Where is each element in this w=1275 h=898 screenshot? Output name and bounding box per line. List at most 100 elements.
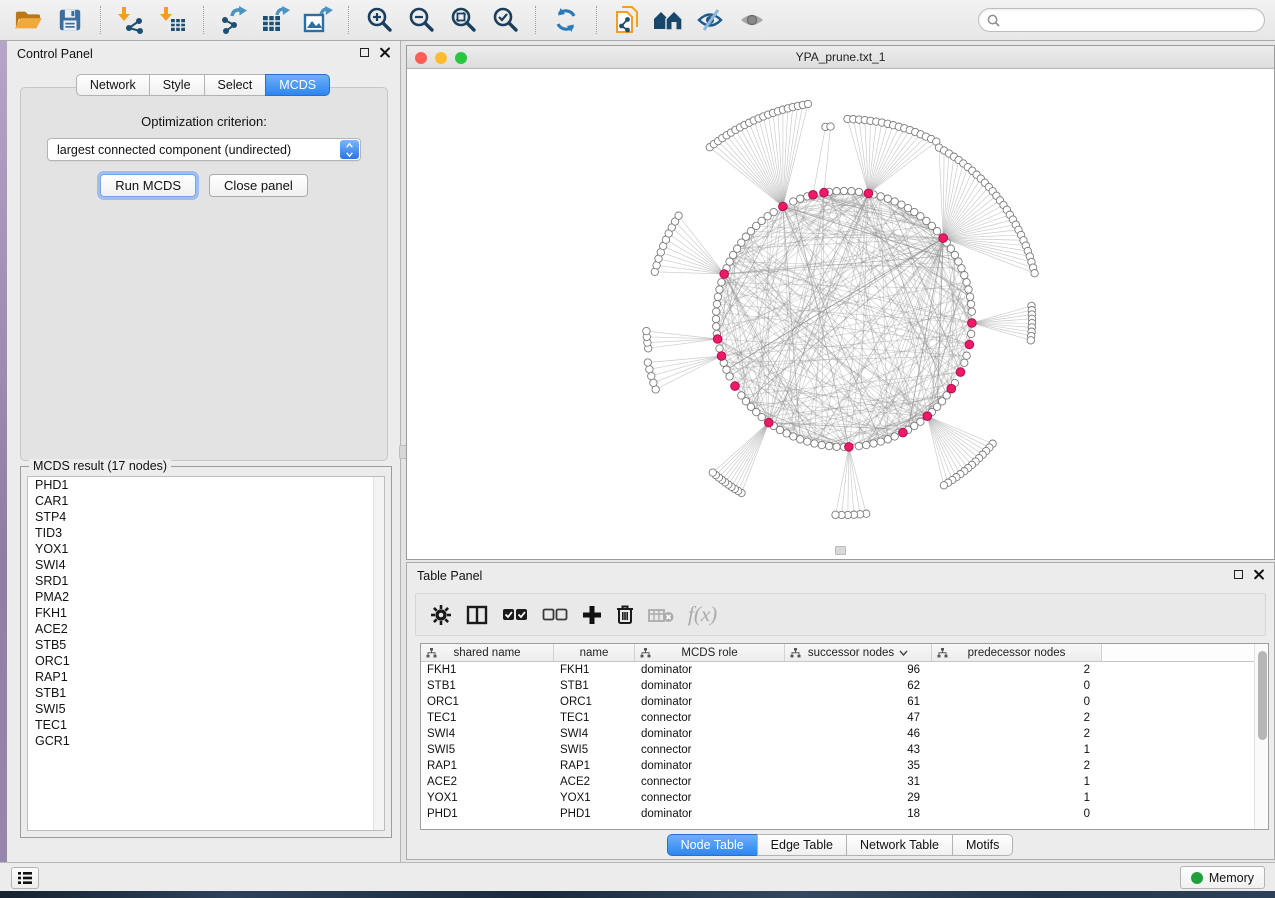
network-graph[interactable] (407, 69, 1274, 559)
table-rows: FKH1FKH1dominator962STB1STB1dominator620… (421, 662, 1253, 829)
cell-successor-nodes: 29 (785, 792, 932, 804)
float-table-panel-icon[interactable] (1234, 570, 1243, 579)
zoom-out-button[interactable] (403, 3, 439, 37)
column-header-name[interactable]: name (554, 644, 635, 661)
import-network-button[interactable] (113, 3, 149, 37)
open-session-button[interactable] (10, 3, 46, 37)
close-table-panel-icon[interactable] (1253, 569, 1264, 580)
memory-status-dot (1191, 872, 1203, 884)
zoom-selected-button[interactable] (487, 3, 523, 37)
mcds-result-item[interactable]: YOX1 (28, 541, 384, 557)
table-row[interactable]: FKH1FKH1dominator962 (421, 662, 1253, 678)
hide-selected-button[interactable] (693, 3, 729, 37)
column-header-MCDS-role[interactable]: MCDS role (635, 644, 785, 661)
tab-select[interactable]: Select (204, 74, 267, 96)
maximize-window-traffic-light[interactable] (455, 52, 467, 64)
split-panel-button[interactable] (466, 600, 488, 630)
mcds-result-title: MCDS result (17 nodes) (29, 459, 171, 473)
tab-network[interactable]: Network (76, 74, 150, 96)
export-table-button[interactable] (258, 3, 294, 37)
column-header-successor-nodes[interactable]: successor nodes (785, 644, 932, 661)
refresh-layout-button[interactable] (548, 3, 584, 37)
mcds-result-item[interactable]: PHD1 (28, 477, 384, 493)
export-image-button[interactable] (300, 3, 336, 37)
table-row[interactable]: RAP1RAP1dominator352 (421, 758, 1253, 774)
minimize-window-traffic-light[interactable] (435, 52, 447, 64)
table-row[interactable]: ACE2ACE2connector311 (421, 774, 1253, 790)
result-list-scrollbar[interactable] (373, 477, 384, 830)
search-input[interactable] (1005, 13, 1256, 27)
toolbar-separator (535, 6, 536, 34)
table-row[interactable]: YOX1YOX1connector291 (421, 790, 1253, 806)
mcds-result-item[interactable]: PMA2 (28, 589, 384, 605)
mcds-result-item[interactable]: SWI5 (28, 701, 384, 717)
canvas-splitter-grip[interactable] (835, 546, 846, 555)
mcds-result-list[interactable]: PHD1CAR1STP4TID3YOX1SWI4SRD1PMA2FKH1ACE2… (27, 476, 385, 831)
cell-predecessor-nodes: 0 (932, 808, 1102, 820)
save-session-button[interactable] (52, 3, 88, 37)
column-label: successor nodes (808, 647, 894, 659)
cell-shared-name: TEC1 (421, 712, 554, 724)
mcds-result-item[interactable]: RAP1 (28, 669, 384, 685)
show-all-button[interactable] (735, 3, 771, 37)
tab-network-table[interactable]: Network Table (846, 834, 953, 856)
mcds-result-item[interactable]: FKH1 (28, 605, 384, 621)
optimization-criterion-select[interactable]: largest connected component (undirected) (47, 138, 361, 161)
mcds-result-item[interactable]: STP4 (28, 509, 384, 525)
zoom-fit-button[interactable] (445, 3, 481, 37)
table-scrollbar-thumb[interactable] (1258, 651, 1267, 740)
table-row[interactable]: PHD1PHD1dominator180 (421, 806, 1253, 822)
mcds-result-item[interactable]: TID3 (28, 525, 384, 541)
shared-column-icon (790, 648, 801, 658)
mcds-result-item[interactable]: SRD1 (28, 573, 384, 589)
column-header-predecessor-nodes[interactable]: predecessor nodes (932, 644, 1102, 661)
add-column-button[interactable] (582, 600, 602, 630)
zoom-in-button[interactable] (361, 3, 397, 37)
mcds-result-item[interactable]: ORC1 (28, 653, 384, 669)
table-row[interactable]: ORC1ORC1dominator610 (421, 694, 1253, 710)
close-panel-icon[interactable] (379, 47, 390, 58)
mcds-result-item[interactable]: TEC1 (28, 717, 384, 733)
control-panel-title: Control Panel (17, 47, 93, 61)
tab-motifs[interactable]: Motifs (952, 834, 1013, 856)
close-panel-button[interactable]: Close panel (209, 174, 308, 197)
cell-successor-nodes: 96 (785, 664, 932, 676)
cell-predecessor-nodes: 1 (932, 792, 1102, 804)
delete-table-button[interactable] (648, 600, 674, 630)
table-row[interactable]: SWI4SWI4dominator462 (421, 726, 1253, 742)
task-history-button[interactable] (11, 867, 39, 889)
tab-edge-table[interactable]: Edge Table (757, 834, 847, 856)
memory-button[interactable]: Memory (1180, 866, 1265, 889)
mcds-result-item[interactable]: ACE2 (28, 621, 384, 637)
mcds-result-item[interactable]: STB5 (28, 637, 384, 653)
status-bar: Memory (0, 862, 1275, 891)
float-panel-icon[interactable] (360, 48, 369, 57)
run-mcds-button[interactable]: Run MCDS (100, 174, 196, 197)
list-icon (17, 871, 33, 885)
mcds-result-item[interactable]: SWI4 (28, 557, 384, 573)
mcds-result-item[interactable]: STB1 (28, 685, 384, 701)
table-row[interactable]: SWI5SWI5connector431 (421, 742, 1253, 758)
table-scrollbar[interactable] (1254, 644, 1268, 829)
table-row[interactable]: STB1STB1dominator620 (421, 678, 1253, 694)
column-header-shared-name[interactable]: shared name (421, 644, 554, 661)
table-row[interactable]: TEC1TEC1connector472 (421, 710, 1253, 726)
close-window-traffic-light[interactable] (415, 52, 427, 64)
network-canvas[interactable] (407, 69, 1274, 559)
new-network-from-selection-button[interactable] (609, 3, 645, 37)
tab-mcds[interactable]: MCDS (265, 74, 330, 96)
tab-node-table[interactable]: Node Table (667, 834, 758, 856)
plus-icon (582, 605, 602, 625)
mcds-result-item[interactable]: CAR1 (28, 493, 384, 509)
delete-column-button[interactable] (616, 600, 634, 630)
tab-style[interactable]: Style (149, 74, 205, 96)
first-neighbors-button[interactable] (651, 3, 687, 37)
column-settings-button[interactable] (430, 600, 452, 630)
function-builder-button[interactable]: f(x) (688, 600, 717, 630)
select-all-button[interactable] (502, 600, 528, 630)
export-network-button[interactable] (216, 3, 252, 37)
mcds-result-item[interactable]: GCR1 (28, 733, 384, 749)
deselect-all-button[interactable] (542, 600, 568, 630)
import-table-button[interactable] (155, 3, 191, 37)
zoom-fit-icon (449, 6, 477, 34)
